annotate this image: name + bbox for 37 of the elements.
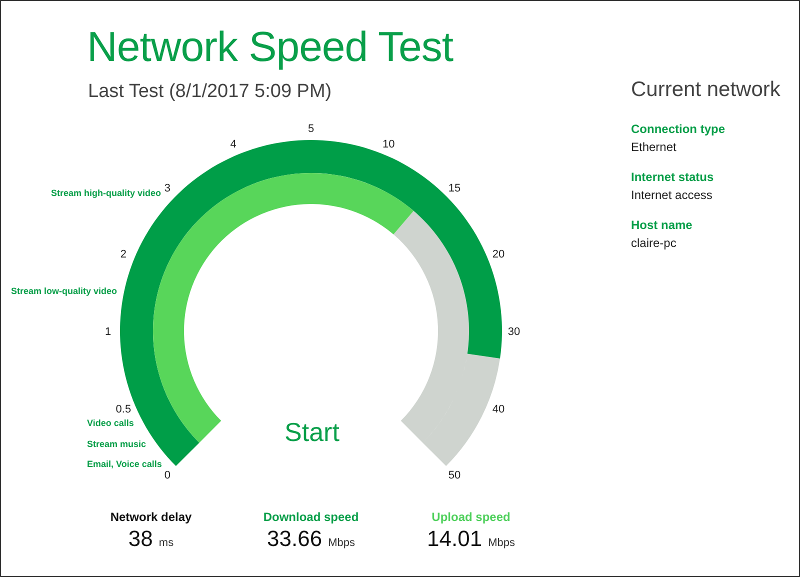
metric-label: Download speed	[263, 508, 359, 526]
activity-label: Stream high-quality video	[50, 188, 161, 198]
tick-label: 20	[492, 248, 505, 260]
app-title: Network Speed Test	[87, 26, 454, 68]
tick-label: 0.5	[116, 403, 132, 416]
tick-label: 3	[164, 182, 171, 194]
tick-label: 40	[492, 403, 505, 416]
field-value: claire-pc	[631, 234, 678, 252]
field-value: Ethernet	[631, 138, 678, 156]
start-button[interactable]: Start	[284, 416, 340, 446]
field-label: Internet status	[631, 168, 715, 186]
tick-label: 15	[448, 182, 461, 194]
metric-value: 33.66	[267, 526, 322, 552]
metric-value: 14.01	[427, 526, 482, 552]
tick-label: 30	[508, 326, 520, 338]
tick-label: 5	[308, 122, 314, 134]
activity-label: Video calls	[87, 418, 134, 428]
section-title: Current network	[631, 77, 780, 103]
field-label: Connection type	[631, 120, 726, 138]
field-value: Internet access	[631, 186, 714, 204]
last-test-text: Last Test (8/1/2017 5:09 PM)	[88, 80, 333, 104]
activity-label: Email, Voice calls	[87, 458, 162, 468]
metric-unit: Mbps	[488, 536, 515, 550]
activity-label: Stream music	[87, 438, 146, 448]
field-label: Host name	[631, 216, 694, 234]
metric-unit: ms	[158, 536, 174, 550]
tick-label: 50	[448, 469, 461, 482]
tick-label: 10	[382, 138, 395, 150]
tick-label: 2	[120, 248, 127, 260]
metric-label: Upload speed	[432, 508, 510, 526]
metric-label: Network delay	[110, 508, 192, 526]
tick-label: 0	[164, 469, 171, 482]
metric-unit: Mbps	[328, 536, 355, 550]
metric-value: 38	[128, 526, 153, 552]
tick-label: 1	[104, 326, 112, 338]
activity-label: Stream low-quality video	[10, 286, 117, 296]
tick-label: 4	[230, 138, 236, 150]
